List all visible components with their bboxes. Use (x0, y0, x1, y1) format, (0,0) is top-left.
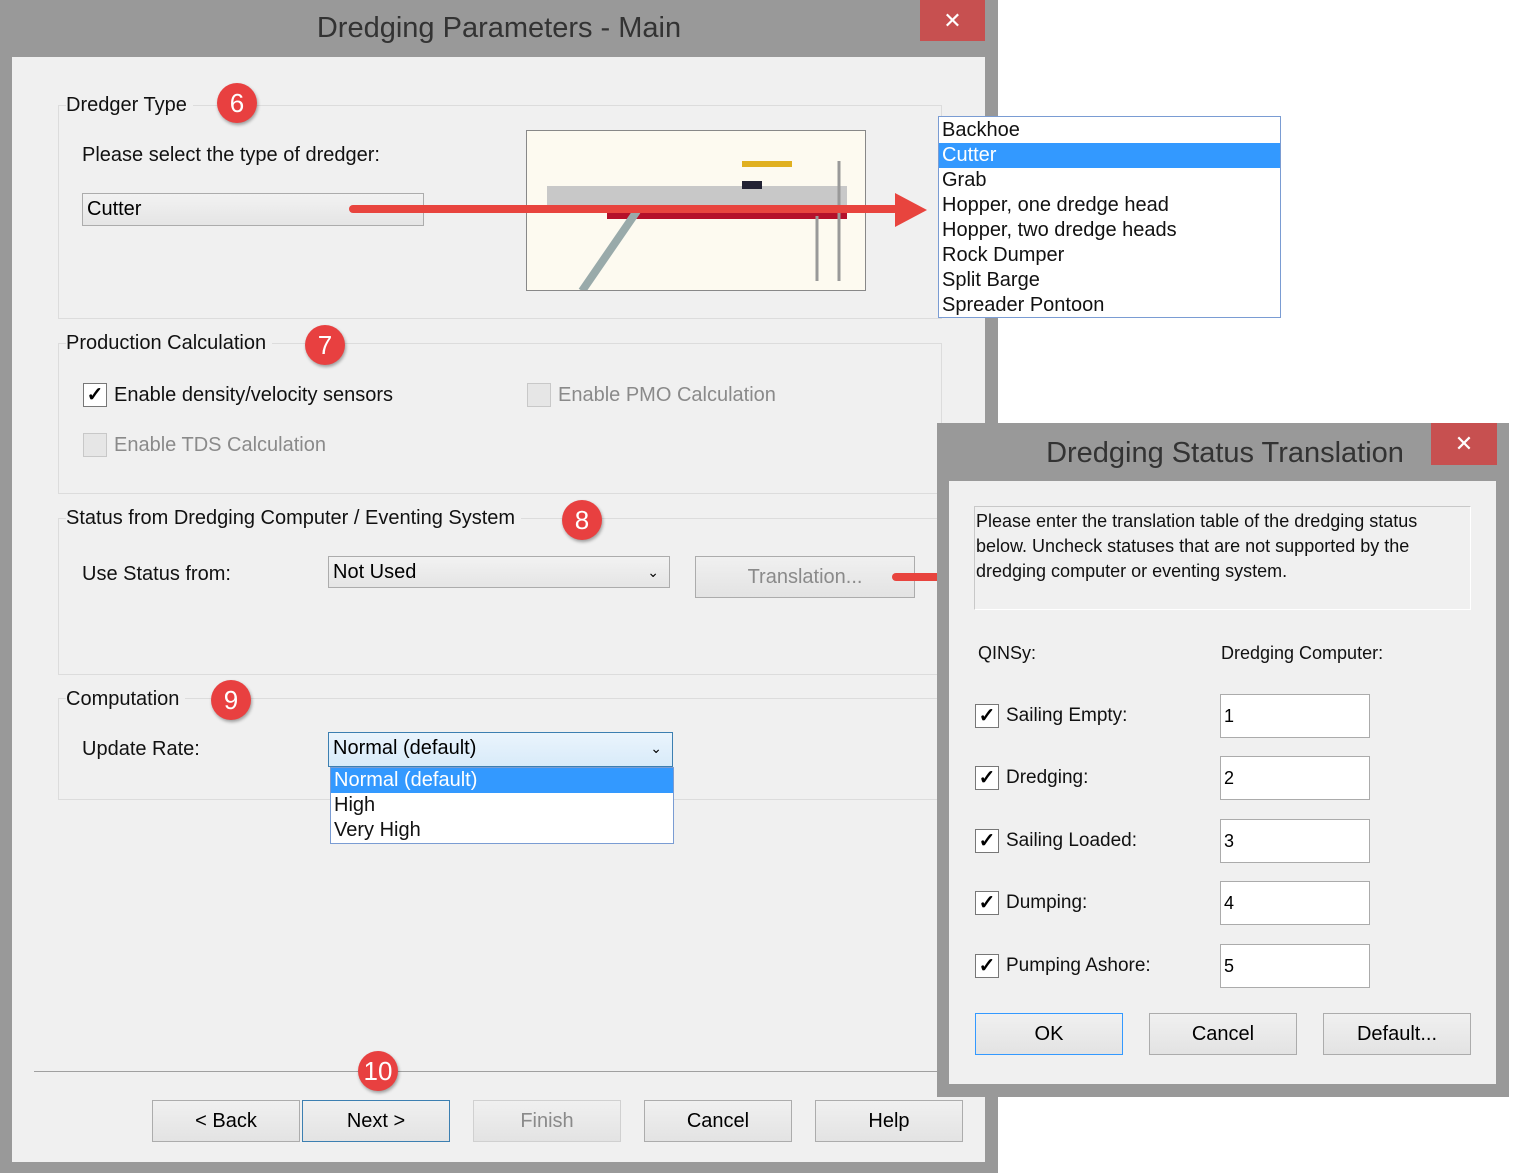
pumping-ashore-label: Pumping Ashore: (1006, 955, 1151, 976)
pmo-label: Enable PMO Calculation (558, 384, 776, 406)
back-button[interactable]: < Back (152, 1100, 300, 1142)
dredger-type-label: Dredger Type (66, 94, 193, 117)
dredger-type-dropdown-list[interactable]: Backhoe Cutter Grab Hopper, one dredge h… (938, 116, 1281, 318)
update-rate-dropdown-list[interactable]: Normal (default) High Very High (330, 767, 674, 844)
translation-description: Please enter the translation table of th… (974, 506, 1471, 610)
dredging-label: Dredging: (1006, 767, 1089, 788)
translation-cancel-button[interactable]: Cancel (1149, 1013, 1297, 1055)
update-rate-option-selected[interactable]: Normal (default) (331, 768, 673, 793)
update-rate-option[interactable]: High (331, 793, 673, 818)
sailing-loaded-input[interactable] (1220, 819, 1370, 863)
density-sensors-label: Enable density/velocity sensors (114, 384, 394, 406)
sailing-empty-input[interactable] (1220, 694, 1370, 738)
main-close-button[interactable]: ✕ (920, 0, 985, 41)
dumping-checkbox[interactable]: ✓ (975, 891, 999, 915)
dredger-option[interactable]: Hopper, one dredge head (939, 193, 1280, 218)
translation-button: Translation... (695, 556, 915, 598)
dredger-option[interactable]: Split Barge (939, 268, 1280, 293)
annotation-arrow (349, 205, 899, 213)
cancel-button[interactable]: Cancel (644, 1100, 792, 1142)
update-rate-option[interactable]: Very High (331, 818, 673, 843)
dumping-label: Dumping: (1006, 892, 1088, 913)
dredger-option[interactable]: Spreader Pontoon (939, 293, 1280, 318)
update-rate-label: Update Rate: (82, 738, 200, 760)
dredging-checkbox[interactable]: ✓ (975, 766, 999, 790)
dredging-computer-column-header: Dredging Computer: (1221, 643, 1384, 663)
chevron-down-icon: ⌄ (650, 740, 662, 756)
badge-10: 10 (358, 1051, 398, 1091)
use-status-value: Not Used (333, 561, 417, 583)
next-button[interactable]: Next > (302, 1100, 450, 1142)
pumping-ashore-checkbox[interactable]: ✓ (975, 954, 999, 978)
default-button[interactable]: Default... (1323, 1013, 1471, 1055)
sailing-empty-checkbox[interactable]: ✓ (975, 704, 999, 728)
pmo-checkbox (527, 383, 551, 407)
chevron-down-icon: ⌄ (647, 564, 659, 580)
finish-button: Finish (473, 1100, 621, 1142)
tds-label: Enable TDS Calculation (114, 434, 326, 456)
dredging-input[interactable] (1220, 756, 1370, 800)
sailing-loaded-label: Sailing Loaded: (1006, 830, 1137, 851)
badge-6: 6 (217, 83, 257, 123)
badge-8: 8 (562, 500, 602, 540)
badge-9: 9 (211, 680, 251, 720)
use-status-select[interactable]: Not Used ⌄ (328, 556, 670, 588)
production-group (58, 343, 942, 494)
translation-dialog-title: Dredging Status Translation (1046, 437, 1404, 469)
dredger-option[interactable]: Rock Dumper (939, 243, 1280, 268)
status-label: Status from Dredging Computer / Eventing… (66, 507, 522, 530)
production-label: Production Calculation (66, 332, 273, 355)
use-status-label: Use Status from: (82, 563, 231, 585)
badge-7: 7 (305, 325, 345, 365)
ok-button[interactable]: OK (975, 1013, 1123, 1055)
help-button[interactable]: Help (815, 1100, 963, 1142)
dredger-option-selected[interactable]: Cutter (939, 143, 1280, 168)
main-window-title: Dredging Parameters - Main (316, 12, 682, 44)
dredger-option[interactable]: Grab (939, 168, 1280, 193)
dredger-option[interactable]: Backhoe (939, 118, 1280, 143)
footer-divider (34, 1071, 938, 1072)
tds-checkbox (83, 433, 107, 457)
dumping-input[interactable] (1220, 881, 1370, 925)
sailing-loaded-checkbox[interactable]: ✓ (975, 829, 999, 853)
update-rate-select[interactable]: Normal (default) ⌄ (328, 732, 673, 767)
density-sensors-checkbox[interactable]: ✓ (83, 383, 107, 407)
dredger-option[interactable]: Hopper, two dredge heads (939, 218, 1280, 243)
computation-label: Computation (66, 688, 186, 711)
qinsy-column-header: QINSy: (978, 643, 1037, 663)
sailing-empty-label: Sailing Empty: (1006, 705, 1128, 726)
arrow-head-icon (895, 193, 927, 227)
update-rate-value: Normal (default) (333, 737, 477, 759)
translation-close-button[interactable]: ✕ (1431, 423, 1497, 465)
pumping-ashore-input[interactable] (1220, 944, 1370, 988)
dredger-type-prompt: Please select the type of dredger: (82, 144, 380, 166)
